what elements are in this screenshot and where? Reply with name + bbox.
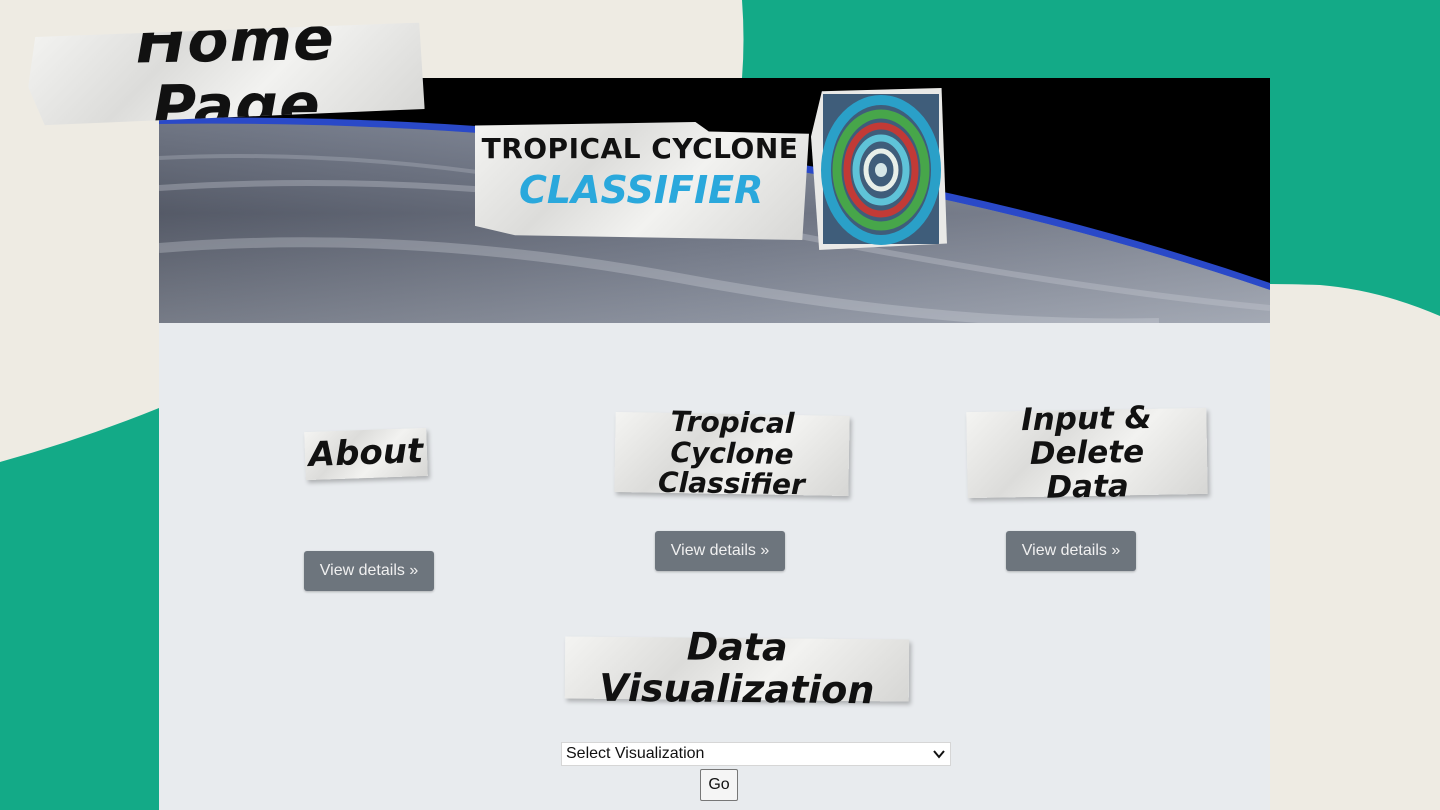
classifier-heading-line1: Tropical Cyclone (670, 404, 795, 471)
home-page-tag: Home Page (27, 23, 425, 126)
classifier-view-details-button[interactable]: View details » (655, 531, 785, 571)
input-delete-heading-line2: Data (1046, 468, 1130, 506)
about-view-details-button[interactable]: View details » (304, 551, 434, 591)
chevron-down-icon (933, 750, 945, 759)
website-window: TROPICAL CYCLONE CLASSIFIER About View d… (159, 78, 1270, 810)
cyclone-swirl-icon (811, 88, 947, 250)
home-page-tag-text: Home Page (135, 4, 336, 144)
input-delete-heading-line1: Input & Delete (1020, 399, 1152, 472)
about-heading: About (304, 427, 428, 481)
data-visualization-heading: Data Visualization (564, 624, 910, 713)
about-heading-text: About (308, 431, 424, 476)
classifier-heading-line2: Classifier (657, 466, 806, 502)
data-visualization-heading-text: Data Visualization (599, 624, 875, 713)
logo-title-line2: CLASSIFIER (519, 168, 764, 212)
input-delete-view-details-button[interactable]: View details » (1006, 531, 1136, 571)
visualization-select[interactable]: Select Visualization (561, 742, 951, 766)
go-button[interactable]: Go (700, 769, 738, 801)
header-banner: TROPICAL CYCLONE CLASSIFIER (159, 78, 1270, 323)
site-logo[interactable]: TROPICAL CYCLONE CLASSIFIER (475, 122, 809, 240)
logo-title-line1: TROPICAL CYCLONE (481, 132, 799, 165)
classifier-heading: Tropical Cyclone Classifier (614, 405, 850, 502)
input-delete-heading: Input & Delete Data (966, 400, 1208, 506)
visualization-select-value: Select Visualization (566, 745, 705, 762)
